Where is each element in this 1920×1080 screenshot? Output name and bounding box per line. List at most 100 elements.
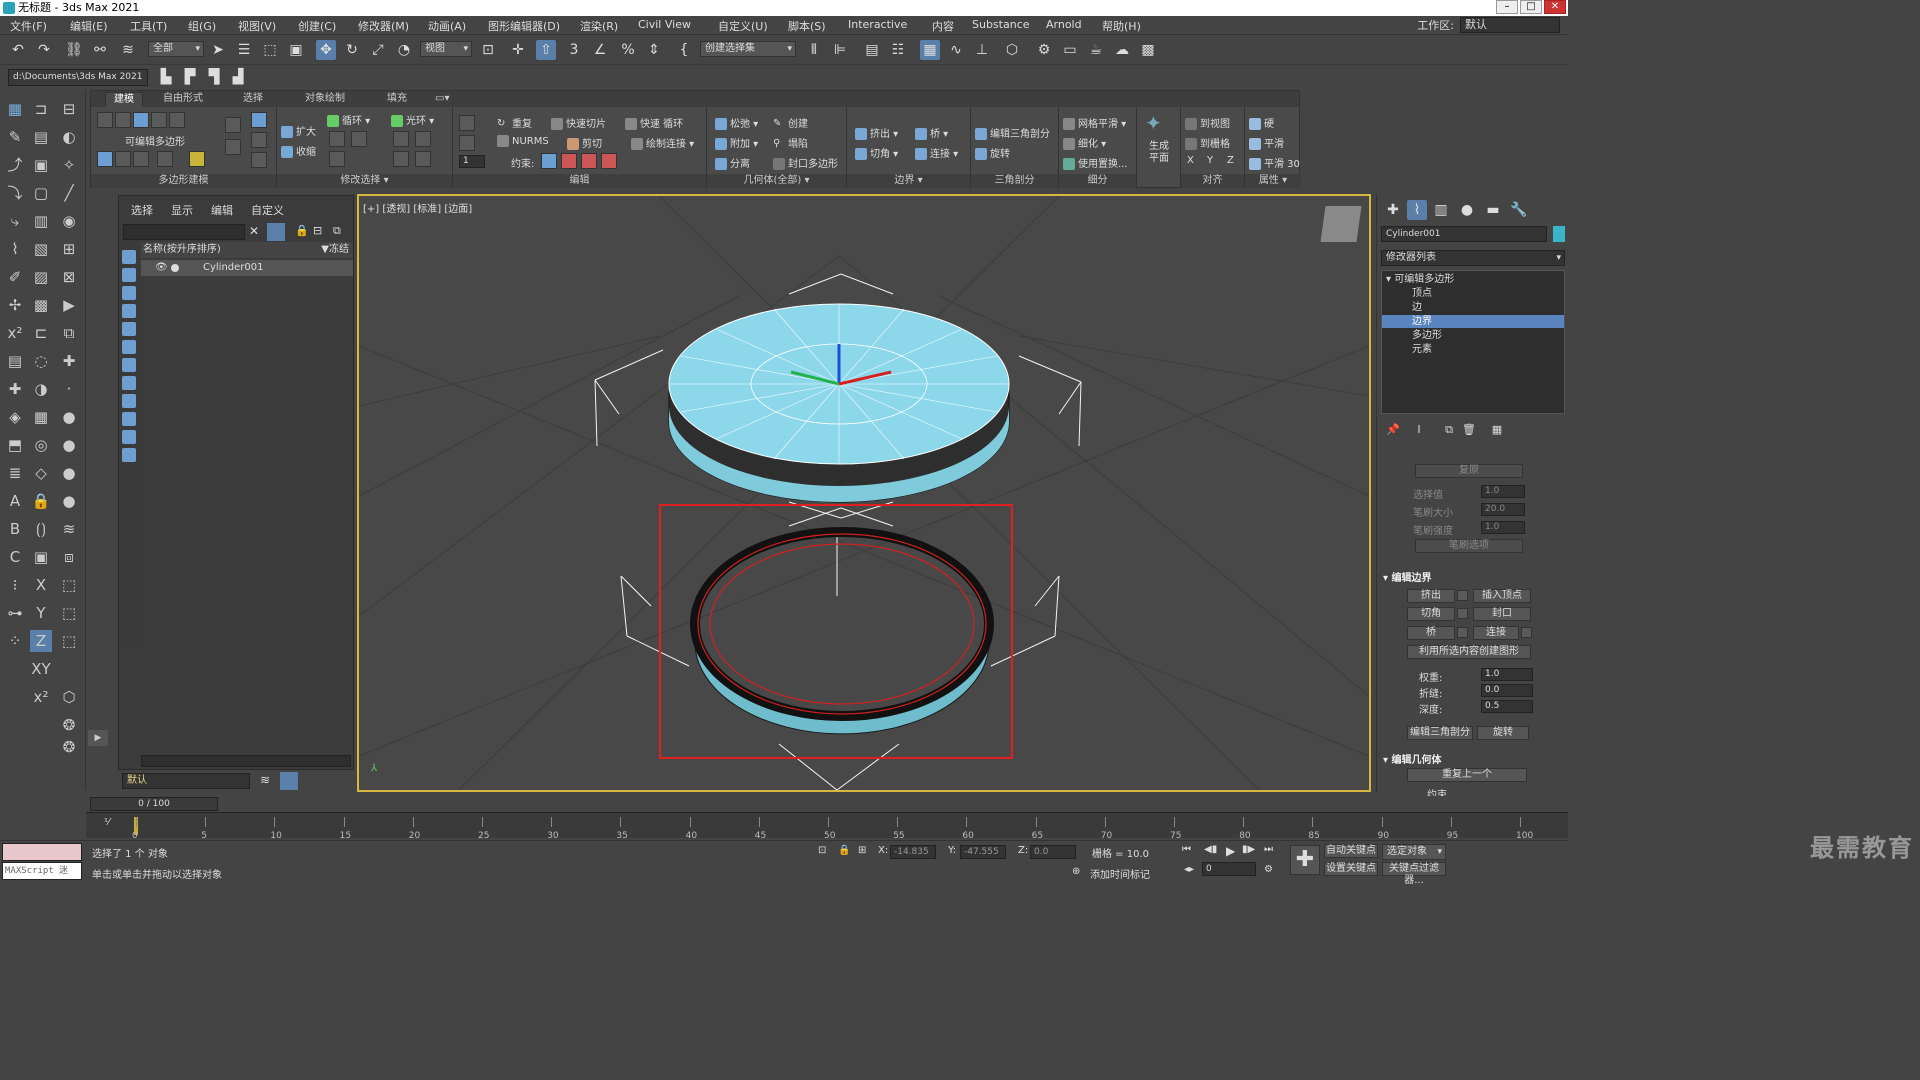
key-filters-button[interactable]: 关键点过滤器... [1382, 862, 1446, 886]
brush-size-spinner[interactable]: 20.0 [1481, 503, 1525, 516]
stack-item-vertex[interactable]: 顶点 [1382, 287, 1564, 300]
ring-shift-2-icon[interactable] [415, 131, 431, 147]
to-grid-button[interactable]: 到栅格 [1185, 135, 1230, 150]
attach-button[interactable]: 附加 ▾ [715, 135, 758, 150]
sub-obj-icon-4[interactable] [157, 151, 173, 167]
filter-spacewarps-icon[interactable] [122, 340, 136, 354]
element-mode-icon[interactable] [169, 112, 185, 128]
brush-options-button[interactable]: 笔刷选项 [1415, 539, 1523, 553]
extrude-button[interactable]: 挤出 ▾ [855, 125, 898, 140]
generate-plane-label[interactable]: 生成平面 [1147, 141, 1171, 165]
tool-icon-13[interactable]: ⤷ [4, 210, 26, 232]
close-button[interactable]: ✕ [1544, 0, 1566, 14]
snaps-toggle-icon[interactable]: 3 [564, 40, 584, 60]
smooth30-button[interactable]: 平滑 30 [1249, 155, 1300, 170]
tool-icon-5[interactable]: ▤ [30, 126, 52, 148]
time-config-icon[interactable]: ⚙ [1264, 864, 1273, 875]
rendered-frame-icon[interactable]: ▭ [1060, 40, 1080, 60]
vertex-mode-icon[interactable] [97, 112, 113, 128]
stack-item-editable-poly[interactable]: ▾ 可编辑多边形 [1382, 273, 1564, 286]
ring-mode-icon[interactable] [393, 151, 409, 167]
schematic-view-icon[interactable]: ⊥ [972, 40, 992, 60]
select-by-name-icon[interactable]: ☰ [234, 40, 254, 60]
set-key-button[interactable]: 设置关键点 [1324, 862, 1378, 876]
turn-button[interactable]: 旋转 [975, 145, 1010, 160]
prev-frame-icon[interactable]: ◀▮ [1204, 844, 1217, 855]
tool-icon-20[interactable]: ▨ [30, 266, 52, 288]
crease-spinner[interactable]: 0.0 [1481, 684, 1533, 697]
lasso-icon[interactable]: ✎ [4, 126, 26, 148]
project-folder-icon[interactable]: ▟ [228, 67, 248, 87]
maxscript-listener[interactable] [2, 843, 82, 861]
angle-snap-icon[interactable]: ∠ [590, 40, 610, 60]
z-coord-field[interactable]: 0.0 [1030, 845, 1076, 859]
bridge-border-button[interactable]: 桥 [1407, 626, 1455, 640]
geometry-group-label[interactable]: 几何体(全部) ▾ [707, 174, 846, 188]
spinner-snap-icon[interactable]: ⇕ [644, 40, 664, 60]
sub-obj-icon-1[interactable] [97, 151, 113, 167]
ring-button[interactable]: 光环 ▾ [391, 112, 434, 127]
menu-scripting[interactable]: 脚本(S) [788, 18, 826, 34]
repeat-last-button[interactable]: 重复上一个 [1407, 768, 1527, 782]
tool-icon-64[interactable]: ❂ [58, 714, 80, 736]
toggle-layer-icon[interactable]: ☷ [888, 40, 908, 60]
rect-region-icon[interactable]: ⬚ [260, 40, 280, 60]
triangulation-group-label[interactable]: 三角剖分 [971, 174, 1058, 188]
tool-icon-2[interactable]: ⊐ [30, 98, 52, 120]
menu-substance[interactable]: Substance [972, 18, 1030, 31]
tool-icon-26[interactable]: ⊏ [30, 322, 52, 344]
filter-icon[interactable] [267, 223, 285, 241]
show-end-result-icon[interactable] [225, 139, 241, 155]
constrain-face-icon[interactable] [581, 153, 597, 169]
filter-bones-icon[interactable] [122, 394, 136, 408]
track-bar[interactable]: ⅟ 0 5 10 15 20 25 30 35 40 45 50 55 60 65 70 75 80 85 90 95… [86, 812, 1568, 841]
filter-groups-icon[interactable] [122, 358, 136, 372]
quick-loop-button[interactable]: 快速 循环 [625, 115, 683, 130]
create-shape-button[interactable]: 利用所选内容创建图形 [1407, 645, 1531, 659]
insert-vertex-button[interactable]: 插入顶点 [1473, 589, 1531, 603]
tool-icon-42[interactable]: ● [58, 462, 80, 484]
filter-xrefs-icon[interactable] [122, 376, 136, 390]
pin-stack-icon[interactable]: 📌 [1383, 420, 1403, 440]
chamfer-settings-icon[interactable] [1457, 608, 1468, 619]
tool-icon-63[interactable]: ⬡ [58, 686, 80, 708]
layer-stack-icon[interactable]: ≋ [260, 773, 270, 787]
tool-icon-34[interactable]: ◈ [4, 406, 26, 428]
tool-icon-21[interactable]: ⊠ [58, 266, 80, 288]
tool-icon-57[interactable]: ⬚ [58, 602, 80, 624]
workspace-select[interactable]: 默认 [1460, 17, 1560, 33]
ribbon-toggle-icon[interactable]: ▦ [920, 40, 940, 60]
tool-icon-39[interactable]: ● [58, 434, 80, 456]
auto-key-button[interactable]: 自动关键点 [1324, 844, 1378, 858]
tool-icon-52[interactable]: ⁝ [4, 574, 26, 596]
xy-plane-2-icon[interactable]: x² [30, 686, 52, 708]
absolute-mode-icon[interactable]: ⊞ [858, 845, 866, 856]
restore-button[interactable]: 复原 [1415, 464, 1523, 478]
extrude-settings-icon[interactable] [1457, 590, 1468, 601]
tool-icon-16[interactable]: ⌇ [4, 238, 26, 260]
edit-named-sel-icon[interactable]: { [674, 40, 694, 60]
render-icon[interactable]: ☕ [1086, 40, 1106, 60]
align-icon[interactable]: ⊫ [830, 40, 850, 60]
tool-icon-3[interactable]: ⊟ [58, 98, 80, 120]
scene-hscroll[interactable] [141, 755, 351, 767]
chamfer-button[interactable]: 切角 ▾ [855, 145, 898, 160]
sub-obj-icon-5[interactable] [189, 151, 205, 167]
menu-civil-view[interactable]: Civil View [638, 18, 691, 31]
y-axis-icon[interactable]: Y [30, 602, 52, 624]
object-color-swatch[interactable] [1553, 226, 1565, 242]
tool-icon-17[interactable]: ▧ [30, 238, 52, 260]
menu-interactive[interactable]: Interactive [848, 18, 907, 31]
stack-item-border[interactable]: 边界 [1382, 315, 1564, 328]
align-z-button[interactable]: Z [1227, 155, 1234, 166]
constrain-edge-icon[interactable] [561, 153, 577, 169]
chamfer-border-button[interactable]: 切角 [1407, 607, 1455, 621]
edit-triangulation-button[interactable]: 编辑三角剖分 [1407, 726, 1473, 740]
loop-shift-1-icon[interactable] [329, 131, 345, 147]
filter-lights-icon[interactable] [122, 286, 136, 300]
cap-poly-button[interactable]: 封口多边形 [773, 155, 838, 170]
menu-content[interactable]: 内容 [932, 18, 954, 34]
play-icon[interactable]: ▶ [1226, 844, 1235, 858]
constrain-none-icon[interactable] [541, 153, 557, 169]
preserve-uvs-icon[interactable] [459, 115, 475, 131]
